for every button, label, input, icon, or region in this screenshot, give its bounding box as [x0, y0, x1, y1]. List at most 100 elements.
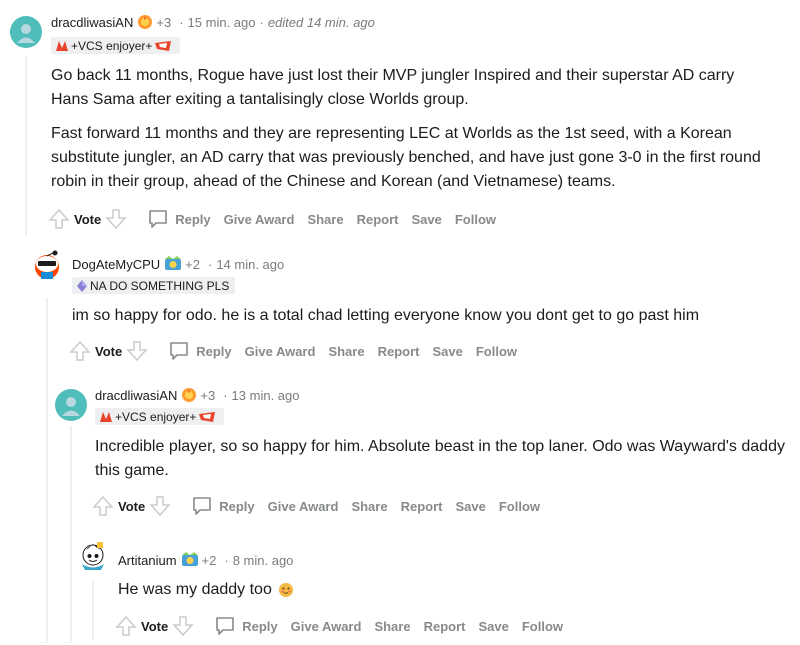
flair-text: +VCS enjoyer+: [115, 409, 197, 424]
save-button[interactable]: Save: [455, 499, 485, 514]
karma-count: +3: [156, 14, 172, 30]
save-button[interactable]: Save: [432, 344, 462, 359]
avatar[interactable]: [77, 540, 109, 572]
comment-actions: Vote Reply Give Award Share Report Save …: [48, 207, 509, 231]
karma-count: +3: [200, 387, 216, 403]
separator-dot: ·: [223, 387, 228, 403]
reply-bubble-icon: [149, 210, 168, 228]
share-button[interactable]: Share: [374, 619, 410, 634]
thread-line[interactable]: [25, 56, 27, 236]
save-button[interactable]: Save: [478, 619, 508, 634]
reply-bubble-icon: [193, 497, 212, 515]
timestamp[interactable]: 15 min. ago: [188, 15, 256, 30]
karma-count: +2: [201, 552, 217, 568]
report-button[interactable]: Report: [401, 499, 443, 514]
thread-line[interactable]: [70, 426, 72, 643]
separator-dot: ·: [224, 552, 229, 568]
comment-body: Incredible player, so so happy for him. …: [95, 435, 785, 493]
save-button[interactable]: Save: [411, 212, 441, 227]
author-name[interactable]: DogAteMyCPU: [72, 257, 160, 272]
flair-text: +VCS enjoyer+: [71, 38, 153, 53]
comment-paragraph: Go back 11 months, Rogue have just lost …: [51, 67, 735, 108]
downvote-arrow-icon[interactable]: [172, 615, 194, 637]
report-button[interactable]: Report: [424, 619, 466, 634]
give-award-button[interactable]: Give Award: [224, 212, 295, 227]
avatar[interactable]: [10, 16, 42, 48]
separator-dot: ·: [207, 256, 213, 272]
comment-meta: dracdliwasiAN +3 · 13 min. ago: [95, 387, 299, 403]
follow-button[interactable]: Follow: [476, 344, 517, 359]
downvote-arrow-icon[interactable]: [126, 340, 148, 362]
reply-bubble-icon: [216, 617, 235, 635]
reply-button[interactable]: Reply: [191, 495, 255, 517]
edited-label: edited 14 min. ago: [267, 14, 375, 30]
share-button[interactable]: Share: [307, 212, 343, 227]
report-button[interactable]: Report: [357, 212, 399, 227]
flair-logo-icon: [155, 40, 172, 51]
comment-meta: DogAteMyCPU +2 · 14 min. ago: [72, 256, 284, 272]
reply-label: Reply: [219, 498, 255, 514]
reply-bubble-icon: [170, 342, 189, 360]
karma-count: +2: [185, 256, 200, 272]
author-name[interactable]: dracdliwasiAN: [51, 15, 133, 30]
award-icon[interactable]: [137, 14, 153, 30]
upvote-arrow-icon[interactable]: [69, 340, 91, 362]
separator-dot: ·: [259, 14, 264, 30]
award-icon[interactable]: [164, 256, 182, 272]
flair-logo-icon: [199, 411, 216, 422]
avatar[interactable]: [31, 248, 63, 280]
give-award-button[interactable]: Give Award: [291, 619, 362, 634]
reply-label: Reply: [242, 618, 278, 634]
award-icon[interactable]: [181, 387, 197, 403]
comment-body: im so happy for odo. he is a total chad …: [72, 304, 772, 338]
follow-button[interactable]: Follow: [522, 619, 563, 634]
share-button[interactable]: Share: [328, 344, 364, 359]
flair-logo-icon: [56, 40, 68, 51]
reply-label: Reply: [175, 211, 211, 227]
comment-actions: Vote Reply Give Award Share Report Save …: [92, 494, 553, 518]
user-flair: +VCS enjoyer+: [95, 408, 225, 425]
downvote-arrow-icon[interactable]: [149, 495, 171, 517]
timestamp[interactable]: 8 min. ago: [233, 553, 294, 568]
blushing-face-emoji-icon: [278, 583, 293, 597]
vote-label: Vote: [74, 211, 102, 227]
comment-body: Go back 11 months, Rogue have just lost …: [51, 64, 771, 204]
vote-label: Vote: [95, 343, 123, 359]
upvote-arrow-icon[interactable]: [115, 615, 137, 637]
user-flair: NA DO SOMETHING PLS: [72, 277, 236, 294]
diamond-icon: [77, 279, 87, 292]
comment-paragraph: He was my daddy too: [118, 581, 272, 598]
report-button[interactable]: Report: [378, 344, 420, 359]
reply-label: Reply: [196, 343, 232, 359]
separator-dot: ·: [179, 14, 184, 30]
follow-button[interactable]: Follow: [499, 499, 540, 514]
reply-button[interactable]: Reply: [168, 340, 232, 362]
reply-button[interactable]: Reply: [214, 615, 278, 637]
thread-line[interactable]: [46, 298, 48, 643]
upvote-arrow-icon[interactable]: [48, 208, 70, 230]
reply-button[interactable]: Reply: [147, 208, 211, 230]
author-name[interactable]: Artitanium: [118, 553, 177, 568]
downvote-arrow-icon[interactable]: [105, 208, 127, 230]
comment-actions: Vote Reply Give Award Share Report Save …: [115, 614, 576, 638]
flair-text: NA DO SOMETHING PLS: [90, 278, 230, 293]
follow-button[interactable]: Follow: [455, 212, 496, 227]
share-button[interactable]: Share: [351, 499, 387, 514]
author-name[interactable]: dracdliwasiAN: [95, 388, 177, 403]
avatar[interactable]: [55, 389, 87, 421]
vote-label: Vote: [141, 618, 169, 634]
give-award-button[interactable]: Give Award: [245, 344, 316, 359]
comment-body: He was my daddy too: [118, 578, 778, 602]
upvote-arrow-icon[interactable]: [92, 495, 114, 517]
comment-meta: Artitanium +2 · 8 min. ago: [118, 552, 293, 568]
timestamp[interactable]: 14 min. ago: [216, 257, 284, 272]
comment-actions: Vote Reply Give Award Share Report Save …: [69, 339, 530, 363]
timestamp[interactable]: 13 min. ago: [232, 388, 300, 403]
comment-paragraph: im so happy for odo. he is a total chad …: [72, 307, 700, 324]
give-award-button[interactable]: Give Award: [268, 499, 339, 514]
comment-meta: dracdliwasiAN +3 · 15 min. ago · edited …: [51, 14, 375, 30]
flair-logo-icon: [100, 411, 112, 422]
award-icon[interactable]: [181, 552, 199, 568]
vote-label: Vote: [118, 498, 146, 514]
thread-line[interactable]: [92, 580, 94, 640]
